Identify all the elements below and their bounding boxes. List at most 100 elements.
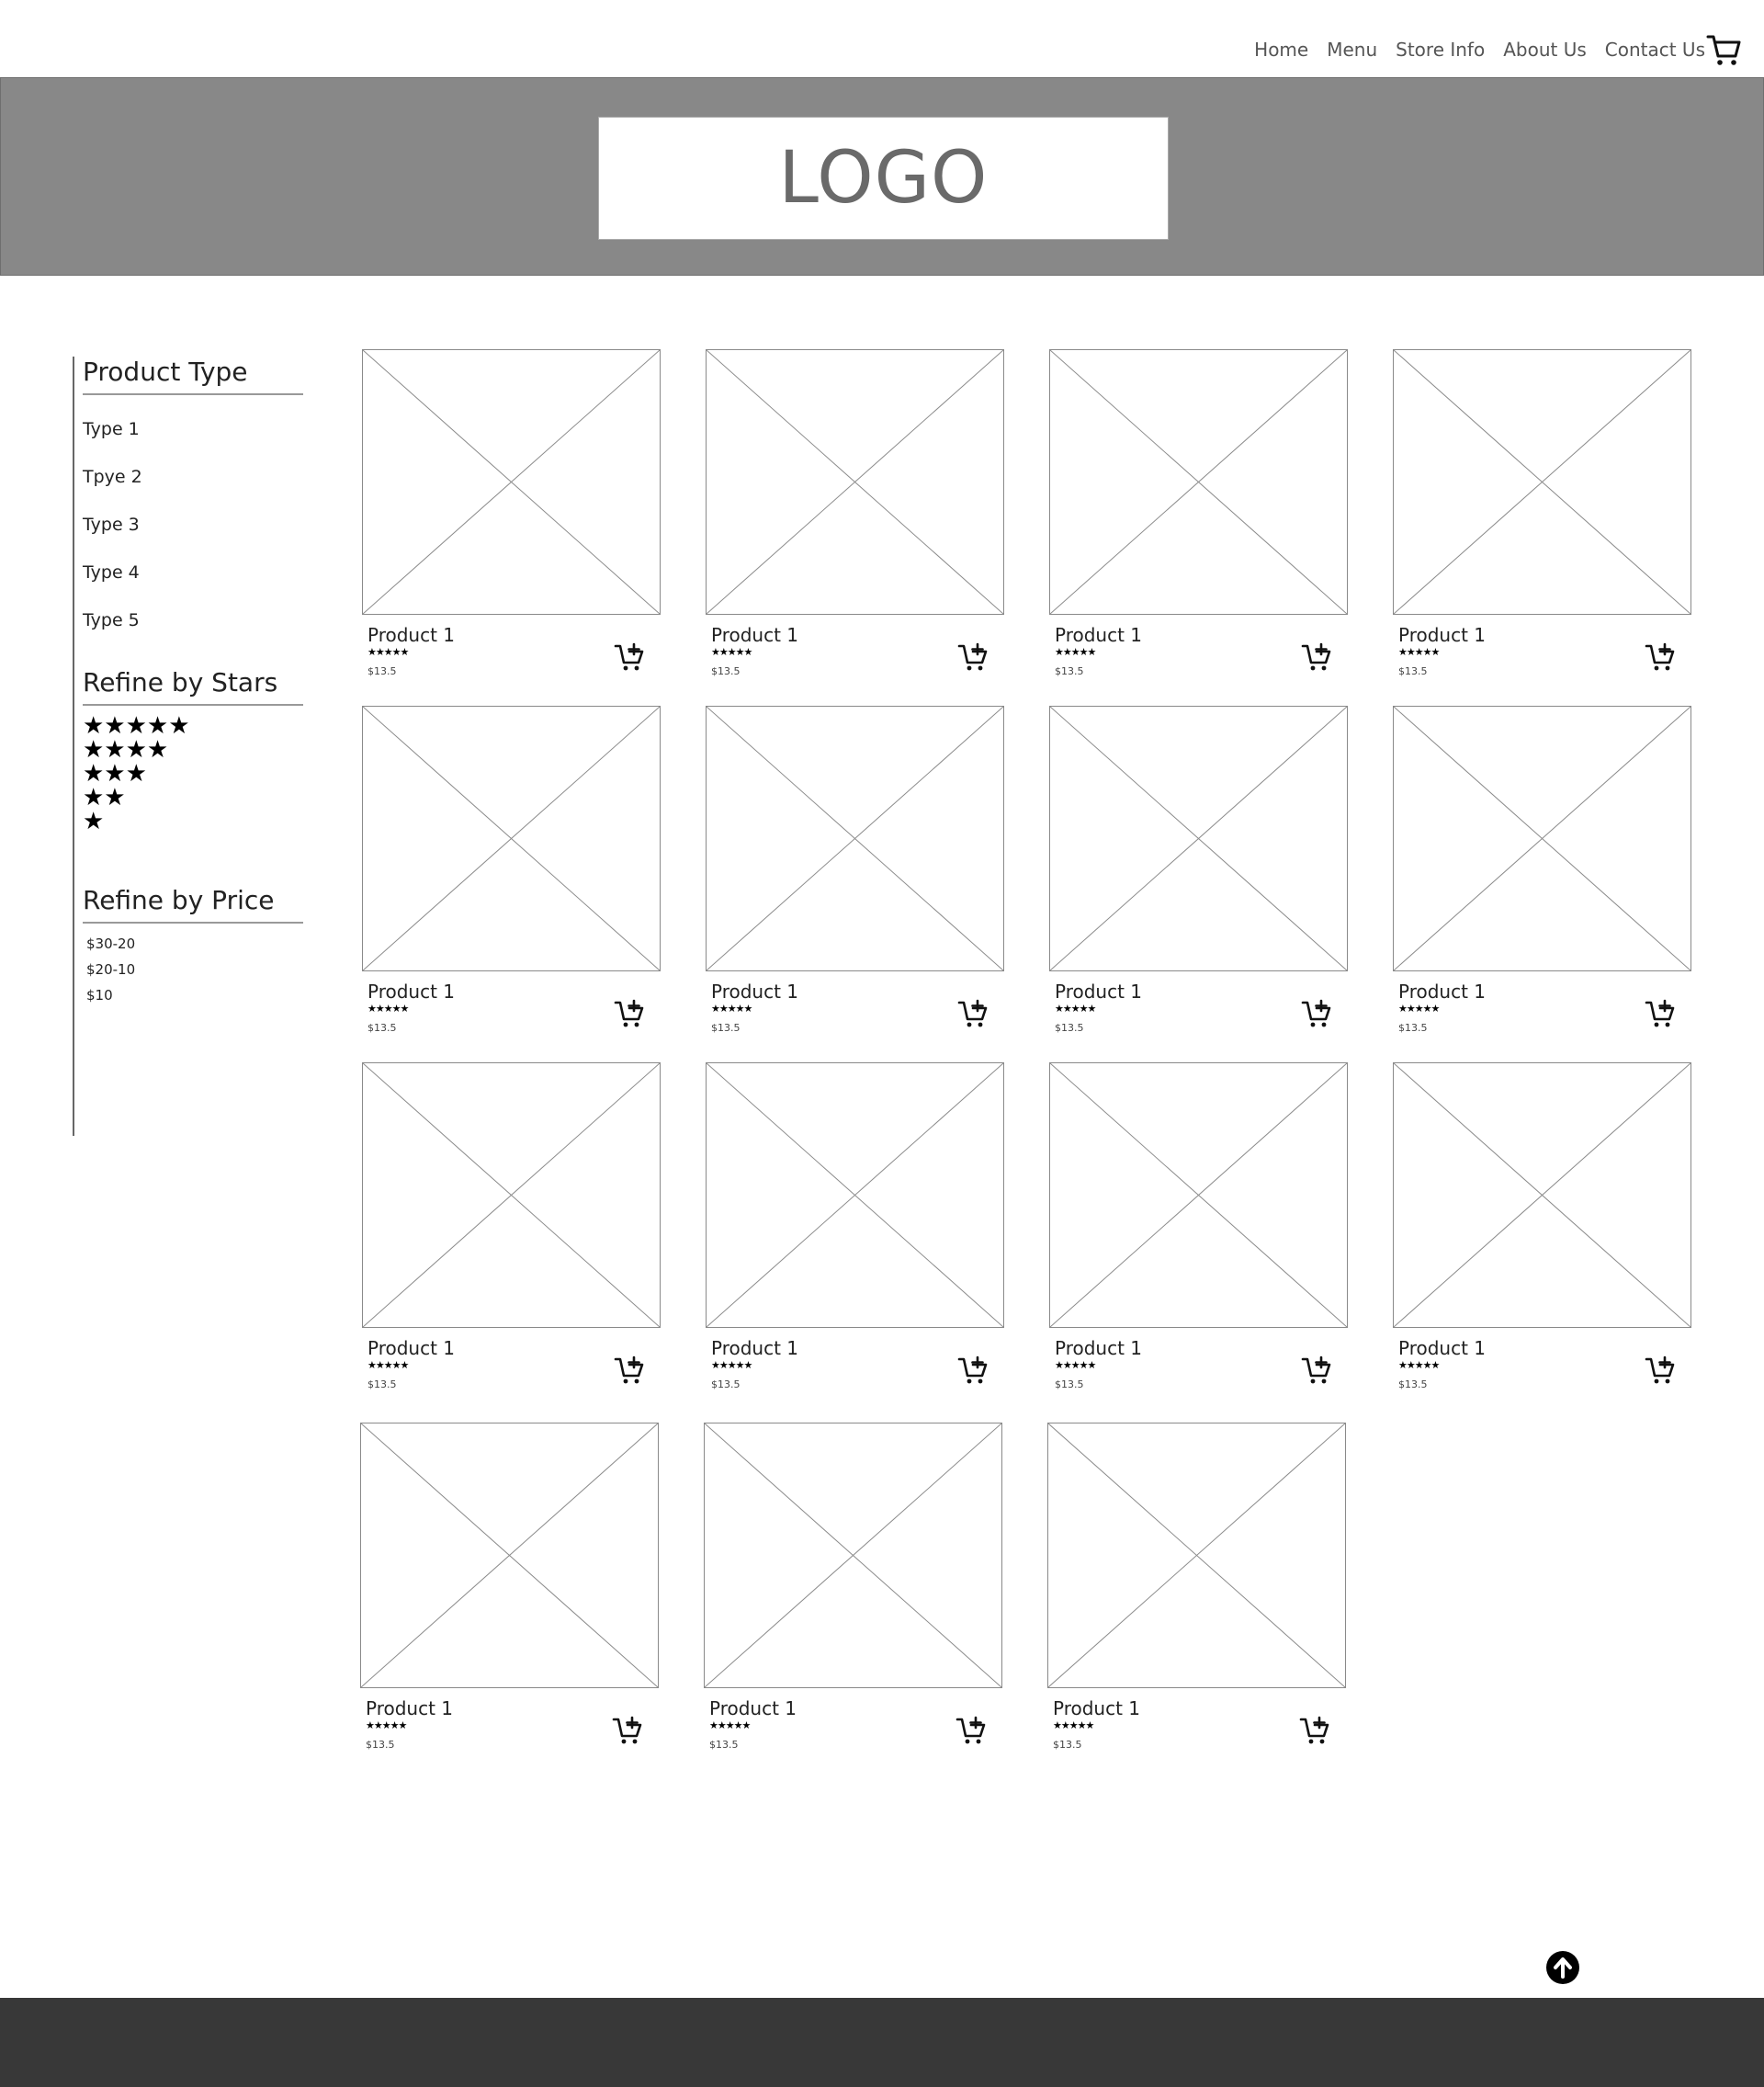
- add-to-cart-icon[interactable]: [957, 641, 989, 673]
- product-card[interactable]: Product 1 ★★★★★ $13.5: [1393, 1062, 1691, 1402]
- product-price: $13.5: [366, 1739, 395, 1751]
- product-name[interactable]: Product 1: [709, 1697, 797, 1719]
- product-image-placeholder[interactable]: [1049, 1062, 1348, 1328]
- product-image-placeholder[interactable]: [706, 706, 1004, 971]
- filter-type-3[interactable]: Type 3: [83, 515, 140, 535]
- header-banner: LOGO: [0, 77, 1764, 276]
- product-price: $13.5: [368, 1378, 397, 1390]
- product-card[interactable]: Product 1 ★★★★★ $13.5: [362, 1062, 661, 1402]
- product-price: $13.5: [1398, 665, 1428, 677]
- product-name[interactable]: Product 1: [368, 624, 455, 646]
- product-image-placeholder[interactable]: [1393, 1062, 1691, 1328]
- nav-about-us-link[interactable]: About Us: [1503, 39, 1587, 61]
- product-name[interactable]: Product 1: [1053, 1697, 1140, 1719]
- product-image-placeholder[interactable]: [706, 349, 1004, 615]
- product-price: $13.5: [1398, 1022, 1428, 1034]
- filter-type-1[interactable]: Type 1: [83, 419, 140, 439]
- product-card[interactable]: Product 1 ★★★★★ $13.5: [362, 349, 661, 689]
- add-to-cart-icon[interactable]: [614, 641, 645, 673]
- add-to-cart-icon[interactable]: [612, 1715, 643, 1746]
- product-price: $13.5: [368, 1022, 397, 1034]
- product-card[interactable]: Product 1 ★★★★★ $13.5: [1049, 1062, 1348, 1402]
- product-image-placeholder[interactable]: [704, 1423, 1002, 1688]
- product-card[interactable]: Product 1 ★★★★★ $13.5: [1393, 706, 1691, 1046]
- product-image-placeholder[interactable]: [362, 706, 661, 971]
- product-name[interactable]: Product 1: [1398, 1337, 1486, 1359]
- product-name[interactable]: Product 1: [1398, 624, 1486, 646]
- add-to-cart-icon[interactable]: [1301, 1355, 1332, 1386]
- logo-text: LOGO: [778, 137, 989, 220]
- product-name[interactable]: Product 1: [1055, 981, 1142, 1003]
- nav-store-info-link[interactable]: Store Info: [1396, 39, 1485, 61]
- product-card[interactable]: Product 1 ★★★★★ $13.5: [1047, 1423, 1346, 1763]
- product-price: $13.5: [1055, 665, 1084, 677]
- product-name[interactable]: Product 1: [711, 981, 798, 1003]
- product-image-placeholder[interactable]: [362, 349, 661, 615]
- product-card[interactable]: Product 1 ★★★★★ $13.5: [360, 1423, 659, 1763]
- product-image-placeholder[interactable]: [1393, 349, 1691, 615]
- add-to-cart-icon[interactable]: [1645, 1355, 1676, 1386]
- add-to-cart-icon[interactable]: [1301, 998, 1332, 1029]
- arrow-up-circle-icon[interactable]: [1545, 1950, 1580, 1985]
- product-card[interactable]: Product 1 ★★★★★ $13.5: [706, 1062, 1004, 1402]
- logo[interactable]: LOGO: [598, 117, 1169, 240]
- product-name[interactable]: Product 1: [1055, 624, 1142, 646]
- product-image-placeholder[interactable]: [706, 1062, 1004, 1328]
- product-card[interactable]: Product 1 ★★★★★ $13.5: [1049, 349, 1348, 689]
- add-to-cart-icon[interactable]: [614, 1355, 645, 1386]
- filter-price-10[interactable]: $10: [86, 987, 113, 1004]
- add-to-cart-icon[interactable]: [1645, 641, 1676, 673]
- add-to-cart-icon[interactable]: [614, 998, 645, 1029]
- filter-stars-4[interactable]: ★★★★: [83, 738, 168, 762]
- product-image-placeholder[interactable]: [362, 1062, 661, 1328]
- filter-price-30-20[interactable]: $30-20: [86, 936, 135, 952]
- product-card[interactable]: Product 1 ★★★★★ $13.5: [1393, 349, 1691, 689]
- product-card[interactable]: Product 1 ★★★★★ $13.5: [362, 706, 661, 1046]
- product-rating: ★★★★★: [368, 646, 409, 658]
- add-to-cart-icon[interactable]: [1301, 641, 1332, 673]
- product-rating: ★★★★★: [366, 1719, 407, 1731]
- product-rating: ★★★★★: [1055, 1003, 1096, 1015]
- product-card[interactable]: Product 1 ★★★★★ $13.5: [1049, 706, 1348, 1046]
- image-placeholder-icon: [363, 707, 660, 970]
- add-to-cart-icon[interactable]: [956, 1715, 987, 1746]
- product-card[interactable]: Product 1 ★★★★★ $13.5: [706, 706, 1004, 1046]
- product-rating: ★★★★★: [709, 1719, 751, 1731]
- product-name[interactable]: Product 1: [711, 1337, 798, 1359]
- product-name[interactable]: Product 1: [1398, 981, 1486, 1003]
- product-name[interactable]: Product 1: [366, 1697, 453, 1719]
- add-to-cart-icon[interactable]: [1645, 998, 1676, 1029]
- product-rating: ★★★★★: [368, 1003, 409, 1015]
- filter-type-2[interactable]: Tpye 2: [83, 467, 142, 487]
- product-name[interactable]: Product 1: [711, 624, 798, 646]
- product-name[interactable]: Product 1: [1055, 1337, 1142, 1359]
- filter-type-4[interactable]: Type 4: [83, 562, 140, 583]
- nav-menu-link[interactable]: Menu: [1327, 39, 1377, 61]
- refine-by-price-heading: Refine by Price: [83, 885, 275, 915]
- filter-stars-2[interactable]: ★★: [83, 786, 126, 810]
- product-name[interactable]: Product 1: [368, 1337, 455, 1359]
- image-placeholder-icon: [705, 1423, 1001, 1687]
- nav-contact-us-link[interactable]: Contact Us: [1605, 39, 1705, 61]
- product-card[interactable]: Product 1 ★★★★★ $13.5: [706, 349, 1004, 689]
- filter-stars-5[interactable]: ★★★★★: [83, 714, 190, 738]
- product-card[interactable]: Product 1 ★★★★★ $13.5: [704, 1423, 1002, 1763]
- product-image-placeholder[interactable]: [1049, 349, 1348, 615]
- filter-type-5[interactable]: Type 5: [83, 610, 140, 630]
- divider: [83, 393, 303, 395]
- add-to-cart-icon[interactable]: [1299, 1715, 1330, 1746]
- add-to-cart-icon[interactable]: [957, 1355, 989, 1386]
- nav-home-link[interactable]: Home: [1254, 39, 1308, 61]
- product-image-placeholder[interactable]: [1049, 706, 1348, 971]
- filter-stars-3[interactable]: ★★★: [83, 762, 147, 786]
- product-name[interactable]: Product 1: [368, 981, 455, 1003]
- product-rating: ★★★★★: [368, 1359, 409, 1371]
- product-image-placeholder[interactable]: [1047, 1423, 1346, 1688]
- add-to-cart-icon[interactable]: [957, 998, 989, 1029]
- filter-price-20-10[interactable]: $20-10: [86, 961, 135, 978]
- filter-stars-1[interactable]: ★: [83, 810, 104, 834]
- product-price: $13.5: [709, 1739, 739, 1751]
- product-image-placeholder[interactable]: [360, 1423, 659, 1688]
- shopping-cart-icon[interactable]: [1705, 31, 1742, 68]
- product-image-placeholder[interactable]: [1393, 706, 1691, 971]
